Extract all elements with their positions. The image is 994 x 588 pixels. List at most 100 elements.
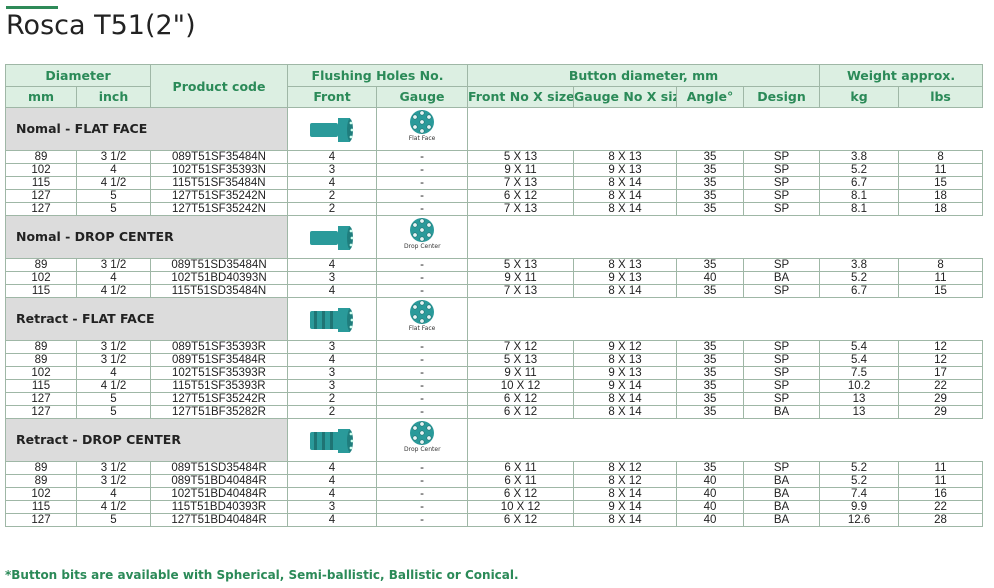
header-lbs: lbs — [898, 86, 984, 108]
table-row: 115 4 1/2 115T51SD35484N 4-7 X 13 8 X 14 35 SP… — [5, 284, 984, 298]
cell-inch: 4 1/2 — [76, 284, 151, 298]
cell-front-size: 9 X 11 — [467, 271, 575, 285]
header-front: Front — [287, 86, 377, 108]
cell-gauge-holes: - — [375, 405, 469, 419]
cell-lbs: 8 — [898, 150, 984, 164]
table-row: 127 5 127T51SF35242N 2-7 X 13 8 X 14 35 SP 8.1 1… — [5, 202, 984, 216]
cell-front-size: 6 X 11 — [467, 461, 575, 475]
cell-front-size: 9 X 11 — [467, 163, 575, 177]
cell-product-code: 127T51SF35242R — [150, 392, 288, 406]
cell-mm: 102 — [5, 366, 77, 380]
cell-mm: 102 — [5, 271, 77, 285]
cell-inch: 4 1/2 — [76, 176, 151, 190]
cell-front-holes: 4 — [287, 487, 377, 501]
section-label: Retract - DROP CENTER — [5, 418, 288, 462]
cell-front-size: 6 X 11 — [467, 474, 575, 488]
section-header-row: Nomal - DROP CENTER Drop Center — [5, 215, 983, 259]
section-spacer — [467, 418, 983, 462]
cell-design: BA — [743, 405, 821, 419]
cell-design: SP — [743, 258, 821, 272]
cell-gauge-size: 9 X 13 — [573, 366, 678, 380]
cell-gauge-holes: - — [375, 150, 469, 164]
cell-gauge-size: 8 X 14 — [573, 189, 678, 203]
cell-front-holes: 3 — [287, 163, 377, 177]
cell-mm: 127 — [5, 392, 77, 406]
cell-product-code: 089T51SD35484R — [150, 461, 288, 475]
cell-angle: 35 — [676, 461, 745, 475]
table-row: 102 4 102T51BD40484R 4-6 X 12 8 X 14 40 BA 7.4 1… — [5, 487, 984, 501]
retract-drop-center-bit-icon — [308, 426, 356, 454]
cell-gauge-holes: - — [375, 202, 469, 216]
face-image-cell: Drop Center — [375, 418, 469, 462]
table-row: 89 3 1/2 089T51BD40484R 4-6 X 11 8 X 12 40 BA 5… — [5, 474, 984, 488]
cell-inch: 5 — [76, 202, 151, 216]
cell-design: BA — [743, 271, 821, 285]
cell-product-code: 127T51BD40484R — [150, 513, 288, 527]
cell-lbs: 29 — [898, 392, 984, 406]
cell-angle: 35 — [676, 163, 745, 177]
cell-front-size: 7 X 12 — [467, 340, 575, 354]
section-label: Nomal - FLAT FACE — [5, 107, 288, 151]
cell-product-code: 089T51SF35393R — [150, 340, 288, 354]
cell-lbs: 16 — [898, 487, 984, 501]
cell-inch: 3 1/2 — [76, 461, 151, 475]
header-button-diameter: Button diameter, mm — [467, 64, 821, 87]
cell-kg: 5.2 — [819, 271, 900, 285]
cell-lbs: 12 — [898, 353, 984, 367]
section-label: Nomal - DROP CENTER — [5, 215, 288, 259]
cell-mm: 102 — [5, 487, 77, 501]
cell-front-size: 5 X 13 — [467, 353, 575, 367]
cell-mm: 115 — [5, 500, 77, 514]
face-caption: Drop Center — [404, 243, 441, 250]
cell-design: SP — [743, 284, 821, 298]
cell-gauge-size: 8 X 13 — [573, 353, 678, 367]
cell-kg: 5.2 — [819, 474, 900, 488]
cell-product-code: 127T51BF35282R — [150, 405, 288, 419]
cell-inch: 4 1/2 — [76, 379, 151, 393]
header-design: Design — [743, 86, 821, 108]
cell-front-size: 6 X 12 — [467, 513, 575, 527]
footnote: *Button bits are available with Spherica… — [5, 568, 519, 582]
cell-design: SP — [743, 176, 821, 190]
cell-front-holes: 4 — [287, 284, 377, 298]
cell-lbs: 11 — [898, 163, 984, 177]
cell-gauge-holes: - — [375, 461, 469, 475]
header-mm: mm — [5, 86, 77, 108]
cell-design: SP — [743, 189, 821, 203]
cell-kg: 9.9 — [819, 500, 900, 514]
cell-lbs: 15 — [898, 284, 984, 298]
bit-image-cell — [287, 215, 377, 259]
cell-product-code: 089T51BD40484R — [150, 474, 288, 488]
header-diameter: Diameter — [5, 64, 151, 87]
cell-gauge-holes: - — [375, 284, 469, 298]
cell-product-code: 089T51SF35484N — [150, 150, 288, 164]
cell-gauge-size: 9 X 13 — [573, 163, 678, 177]
header-inch: inch — [76, 86, 151, 108]
cell-product-code: 115T51SF35393R — [150, 379, 288, 393]
cell-gauge-holes: - — [375, 258, 469, 272]
cell-front-holes: 4 — [287, 176, 377, 190]
cell-inch: 3 1/2 — [76, 474, 151, 488]
cell-mm: 115 — [5, 284, 77, 298]
cell-front-holes: 3 — [287, 271, 377, 285]
table-row: 102 4 102T51SF35393R 3-9 X 11 9 X 13 35 SP 7.5 1… — [5, 366, 984, 380]
cell-angle: 40 — [676, 487, 745, 501]
section-label: Retract - FLAT FACE — [5, 297, 288, 341]
cell-mm: 102 — [5, 163, 77, 177]
bit-image-cell — [287, 418, 377, 462]
cell-gauge-holes: - — [375, 366, 469, 380]
spec-table-body: Nomal - FLAT FACE Flat Face 89 3 1/2 089T51S… — [5, 107, 984, 527]
cell-front-holes: 4 — [287, 474, 377, 488]
section-spacer — [467, 107, 983, 151]
cell-gauge-size: 8 X 14 — [573, 176, 678, 190]
cell-kg: 8.1 — [819, 202, 900, 216]
cell-front-holes: 4 — [287, 150, 377, 164]
cell-lbs: 22 — [898, 500, 984, 514]
cell-angle: 35 — [676, 150, 745, 164]
cell-mm: 89 — [5, 258, 77, 272]
cell-gauge-holes: - — [375, 474, 469, 488]
cell-front-size: 9 X 11 — [467, 366, 575, 380]
cell-angle: 35 — [676, 258, 745, 272]
cell-angle: 35 — [676, 202, 745, 216]
cell-gauge-holes: - — [375, 353, 469, 367]
